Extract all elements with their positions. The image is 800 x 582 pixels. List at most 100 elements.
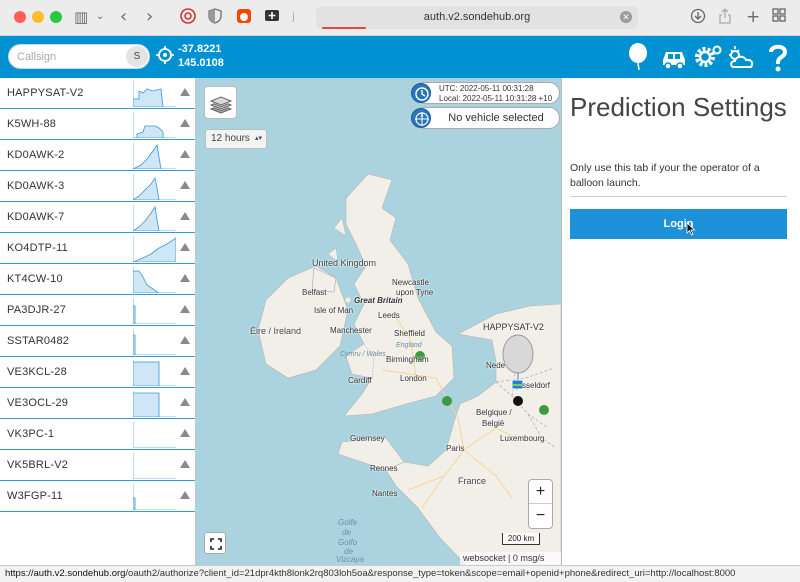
label-france: France — [458, 476, 487, 486]
expand-triangle-icon[interactable] — [180, 119, 190, 127]
vehicle-callsign: VK5BRL-V2 — [7, 459, 69, 471]
altitude-sparkline — [133, 391, 176, 417]
address-text: auth.v2.sondehub.org — [423, 11, 531, 23]
altitude-sparkline — [133, 484, 176, 510]
expand-triangle-icon[interactable] — [180, 491, 190, 499]
map-view[interactable]: United Kingdom Newcastle upon Tyne Belfa… — [196, 78, 561, 565]
vehicle-list-item[interactable]: KT4CW-10 — [0, 264, 195, 295]
search-button[interactable]: S — [126, 46, 148, 67]
zoom-in-button[interactable]: + — [529, 480, 552, 504]
expand-triangle-icon[interactable] — [180, 243, 190, 251]
label-belfast: Belfast — [302, 288, 327, 297]
add-note-icon[interactable] — [264, 8, 280, 26]
vehicle-callsign: PA3DJR-27 — [7, 304, 67, 316]
balloon-icon[interactable] — [624, 41, 656, 73]
vehicle-list-item[interactable]: PA3DJR-27 — [0, 295, 195, 326]
expand-triangle-icon[interactable] — [180, 460, 190, 468]
expand-triangle-icon[interactable] — [180, 212, 190, 220]
label-luxembourg: Luxembourg — [500, 434, 545, 443]
forward-icon[interactable]: › — [146, 8, 153, 26]
label-nederland: Nede — [486, 361, 506, 370]
longitude-value: 145.0108 — [178, 57, 224, 69]
gps-coordinates: -37.8221 145.0108 — [178, 42, 224, 70]
expand-triangle-icon[interactable] — [180, 181, 190, 189]
expand-triangle-icon[interactable] — [180, 336, 190, 344]
label-united-kingdom: United Kingdom — [312, 258, 377, 268]
vehicle-status-text: No vehicle selected — [448, 112, 544, 124]
vehicle-list-item[interactable]: VE3OCL-29 — [0, 388, 195, 419]
expand-triangle-icon[interactable] — [180, 398, 190, 406]
label-vizcaya: Vizcaya — [336, 555, 364, 564]
vehicle-callsign: VK3PC-1 — [7, 428, 55, 440]
mouse-cursor-icon — [686, 222, 696, 236]
expand-triangle-icon[interactable] — [180, 150, 190, 158]
vehicle-list-item[interactable]: VE3KCL-28 — [0, 357, 195, 388]
fullscreen-button[interactable] — [204, 532, 226, 554]
map-scale: 200 km — [502, 533, 540, 545]
vehicle-list-item[interactable]: VK5BRL-V2 — [0, 450, 195, 481]
label-sheffield: Sheffield — [394, 329, 425, 338]
altitude-sparkline — [133, 112, 176, 138]
label-de-gascogne: de — [342, 528, 351, 537]
vehicle-list-item[interactable]: KO4DTP-11 — [0, 233, 195, 264]
download-icon[interactable] — [690, 8, 706, 26]
altitude-sparkline — [133, 174, 176, 200]
label-isle-of-man: Isle of Man — [314, 306, 354, 315]
hours-select[interactable]: 12 hours ▴▾ — [205, 129, 267, 149]
car-icon[interactable] — [658, 41, 690, 73]
expand-triangle-icon[interactable] — [180, 88, 190, 96]
share-icon[interactable] — [718, 8, 732, 26]
crosshair-icon[interactable] — [156, 46, 174, 64]
vehicle-list-item[interactable]: KD0AWK-2 — [0, 140, 195, 171]
zoom-window-button[interactable] — [50, 11, 62, 23]
callsign-input[interactable] — [17, 49, 127, 65]
shield-icon[interactable] — [208, 8, 222, 26]
expand-triangle-icon[interactable] — [180, 367, 190, 375]
help-icon[interactable] — [762, 41, 794, 73]
hours-select-value: 12 hours — [211, 133, 250, 144]
close-window-button[interactable] — [14, 11, 26, 23]
vehicle-callsign: HAPPYSAT-V2 — [7, 87, 84, 99]
vehicle-selection-box[interactable]: N No vehicle selected — [411, 107, 560, 129]
label-rennes: Rennes — [370, 464, 398, 473]
vehicle-list-item[interactable]: KD0AWK-7 — [0, 202, 195, 233]
new-tab-icon[interactable]: + — [746, 8, 760, 26]
label-golfe: Golfe — [338, 518, 358, 527]
altitude-sparkline — [133, 143, 176, 169]
address-bar[interactable]: auth.v2.sondehub.org ✕ — [316, 6, 638, 29]
callsign-search: S — [8, 44, 150, 69]
expand-triangle-icon[interactable] — [180, 305, 190, 313]
expand-triangle-icon[interactable] — [180, 429, 190, 437]
vehicle-callsign: KO4DTP-11 — [7, 242, 68, 254]
vehicle-list-item[interactable]: W3FGP-11 — [0, 481, 195, 512]
extension-dim-icon[interactable]: j — [292, 8, 295, 26]
vehicle-callsign: KT4CW-10 — [7, 273, 63, 285]
clear-url-icon[interactable]: ✕ — [620, 11, 632, 23]
vehicle-list-item[interactable]: KD0AWK-3 — [0, 171, 195, 202]
zoom-out-button[interactable]: − — [529, 504, 552, 528]
altitude-sparkline — [133, 205, 176, 231]
sidebar-toggle-icon[interactable]: ▥ — [74, 8, 88, 26]
vehicle-list-item[interactable]: VK3PC-1 — [0, 419, 195, 450]
vehicle-list-item[interactable]: SSTAR0482 — [0, 326, 195, 357]
vehicle-callsign: SSTAR0482 — [7, 335, 70, 347]
altitude-sparkline — [133, 453, 176, 479]
vehicle-callsign: VE3KCL-28 — [7, 366, 67, 378]
expand-triangle-icon[interactable] — [180, 274, 190, 282]
gear-icon[interactable] — [692, 41, 724, 73]
back-icon[interactable]: ‹ — [120, 8, 127, 26]
minimize-window-button[interactable] — [32, 11, 44, 23]
vehicle-list-item[interactable]: HAPPYSAT-V2 — [0, 78, 195, 109]
chevron-down-icon[interactable]: ⌄ — [96, 8, 104, 26]
login-button[interactable]: Login — [570, 209, 787, 239]
status-host: https://auth.v2.sondehub.org — [5, 568, 126, 579]
vehicle-list-item[interactable]: K5WH-88 — [0, 109, 195, 140]
reddit-extension-icon[interactable] — [236, 8, 252, 26]
altitude-sparkline — [133, 360, 176, 386]
label-belgique: Belgique / — [476, 408, 512, 417]
extension-icon[interactable] — [180, 8, 196, 26]
tab-overview-icon[interactable] — [772, 8, 786, 26]
weather-icon[interactable] — [726, 41, 758, 73]
layers-button[interactable] — [204, 86, 237, 119]
label-paris: Paris — [446, 444, 465, 453]
